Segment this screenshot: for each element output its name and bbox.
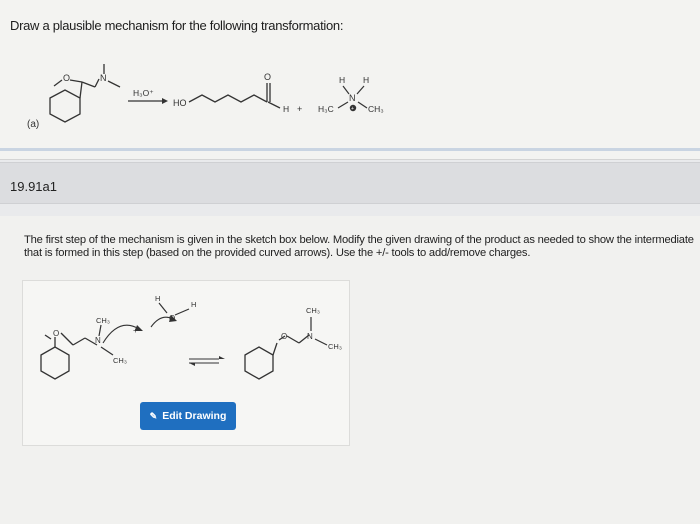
edit-drawing-label: Edit Drawing xyxy=(162,410,227,422)
cyclohexane-ring xyxy=(49,89,81,123)
problem-id: 19.91a1 xyxy=(10,179,57,194)
sketch-h-right: H xyxy=(191,300,196,309)
sketch-h-top: H xyxy=(155,294,160,303)
svg-text:+: + xyxy=(351,106,354,112)
question-panel: Draw a plausible mechanism for the follo… xyxy=(0,0,700,160)
hydroxyl-label: HO xyxy=(173,98,187,108)
product-ch3-top: CH₃ xyxy=(306,306,320,315)
ammonium-nitrogen: N xyxy=(349,93,356,103)
sketch-box[interactable]: O N CH₃ CH₃ + H O H O N CH₃ CH₃ ✎ Edit D… xyxy=(22,280,350,446)
pencil-icon: ✎ xyxy=(149,410,158,421)
instructions-text: The first step of the mechanism is given… xyxy=(24,234,694,259)
instructions-panel: The first step of the mechanism is given… xyxy=(0,216,700,524)
sketch-nitrogen: N xyxy=(95,336,101,345)
sketch-oxygen: O xyxy=(53,329,59,338)
sketch-ch3-bottom: CH₃ xyxy=(113,356,127,365)
nitrogen-label: N xyxy=(100,73,107,83)
sketch-ch3-top: CH₃ xyxy=(96,316,110,325)
methyl-left: H₃C xyxy=(318,104,334,114)
edit-drawing-button[interactable]: ✎ Edit Drawing xyxy=(140,402,236,430)
ring-oxygen: O xyxy=(63,73,70,83)
section-divider xyxy=(0,148,700,151)
aldehyde-h: H xyxy=(283,104,289,114)
sketch-drawing: O N CH₃ CH₃ + H O H O N CH₃ CH₃ xyxy=(40,294,342,380)
product-oxygen: O xyxy=(281,332,287,341)
product-ch3-right: CH₃ xyxy=(328,342,342,351)
product-nitrogen: N xyxy=(307,332,313,341)
problem-id-bar: 19.91a1 xyxy=(0,162,700,204)
question-title: Draw a plausible mechanism for the follo… xyxy=(10,18,344,33)
plus-sign: + xyxy=(297,104,302,114)
carbonyl-oxygen: O xyxy=(264,72,271,82)
reagent-label: H₃O⁺ xyxy=(133,88,154,98)
sketch-hydronium-o: O xyxy=(169,314,175,323)
methyl-right: CH₃ xyxy=(368,104,384,114)
part-label: (a) xyxy=(27,119,40,130)
amine-h-left: H xyxy=(339,75,345,85)
reaction-scheme: O N H₃O⁺ HO O H + H H N H₃C + CH₃ xyxy=(49,64,384,123)
amine-h-right: H xyxy=(363,75,369,85)
